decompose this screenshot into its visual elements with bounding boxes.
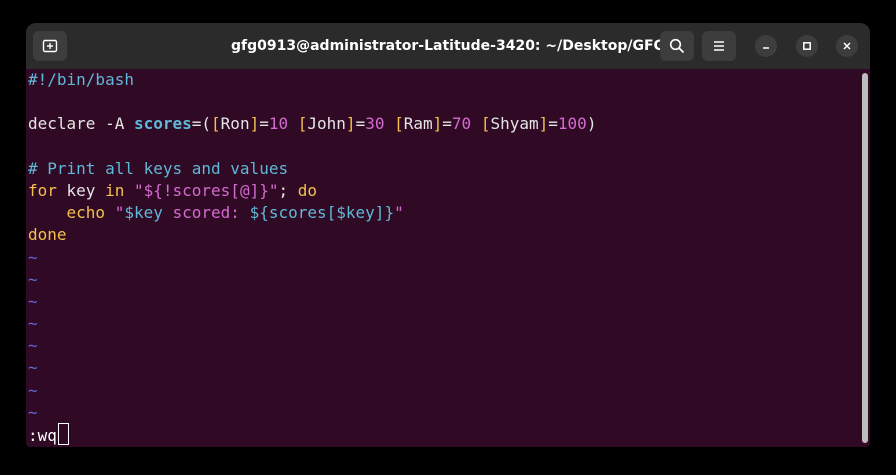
close-icon bbox=[843, 42, 851, 50]
code-line-shebang: #!/bin/bash bbox=[26, 69, 860, 91]
entry-bracket-close: ] bbox=[432, 114, 443, 134]
keys-expansion: "${!scores[@]}" bbox=[124, 180, 279, 200]
maximize-button[interactable] bbox=[796, 35, 818, 57]
entry-bracket-close: ] bbox=[538, 114, 549, 134]
array-entry: [Ron]=10 bbox=[211, 114, 288, 133]
tilde-line: ~ bbox=[28, 314, 38, 334]
array-entry: [Ram]=70 bbox=[384, 114, 471, 133]
entry-eq: = bbox=[548, 114, 558, 134]
title-bar: gfg0913@administrator-Latitude-3420: ~/D… bbox=[26, 23, 870, 69]
entry-key: John bbox=[307, 114, 346, 134]
entry-bracket-close: ] bbox=[249, 114, 260, 134]
maximize-icon bbox=[803, 42, 811, 50]
search-button[interactable] bbox=[660, 31, 694, 61]
command-text: :wq bbox=[28, 426, 57, 445]
minimize-button[interactable] bbox=[755, 35, 777, 57]
entry-eq: = bbox=[355, 114, 366, 134]
hamburger-menu-icon bbox=[714, 41, 724, 51]
kw-for: for bbox=[28, 180, 57, 200]
code-line-comment: # Print all keys and values bbox=[28, 158, 289, 178]
tilde-line: ~ bbox=[28, 247, 38, 267]
entry-bracket-open: [ bbox=[211, 114, 221, 134]
tilde-line: ~ bbox=[28, 269, 38, 289]
array-name: scores bbox=[133, 114, 192, 134]
declare-eq: =( bbox=[191, 114, 212, 134]
echo-quote-close: " bbox=[394, 203, 404, 223]
entry-bracket-open: [ bbox=[471, 114, 491, 134]
vim-editor[interactable]: #!/bin/bash declare -A scores=([Ron]=10 … bbox=[26, 69, 860, 447]
tilde-line: ~ bbox=[28, 402, 38, 422]
entry-value: 70 bbox=[451, 114, 472, 134]
echo-var-score: ${scores[$key]} bbox=[249, 203, 395, 223]
loop-var: key bbox=[56, 180, 106, 200]
entry-key: Ron bbox=[220, 114, 250, 134]
kw-in: in bbox=[105, 180, 125, 200]
array-entries: [Ron]=10 [John]=30 [Ram]=70 [Shyam]=100 bbox=[211, 114, 587, 133]
for-semicolon: ; bbox=[278, 180, 298, 200]
code-line-done: done bbox=[28, 225, 67, 245]
code-line-echo: echo "$key scored: ${scores[$key]}" bbox=[26, 202, 860, 224]
empty-line-markers: ~ ~ ~ ~ ~ ~ ~ ~ bbox=[26, 247, 860, 425]
entry-value: 100 bbox=[557, 114, 587, 134]
entry-value: 10 bbox=[268, 114, 289, 134]
array-entry: [John]=30 bbox=[288, 114, 385, 134]
array-entry: [Shyam]=100 bbox=[471, 114, 587, 133]
kw-do: do bbox=[297, 180, 317, 200]
entry-eq: = bbox=[259, 114, 269, 134]
declare-cmd: declare -A bbox=[28, 114, 134, 134]
tilde-line: ~ bbox=[28, 380, 38, 400]
tilde-line: ~ bbox=[28, 291, 38, 311]
search-icon bbox=[669, 38, 685, 54]
echo-text: scored: bbox=[162, 203, 250, 223]
entry-bracket-open: [ bbox=[384, 114, 404, 134]
echo-var-key: $key bbox=[124, 203, 163, 223]
vim-command-line[interactable]: :wq bbox=[28, 423, 69, 445]
scrollbar[interactable] bbox=[860, 69, 870, 447]
minimize-icon bbox=[763, 47, 769, 49]
entry-key: Shyam bbox=[490, 114, 539, 134]
shebang: #!/bin/bash bbox=[28, 70, 134, 89]
entry-bracket-close: ] bbox=[345, 114, 356, 134]
tilde-line: ~ bbox=[28, 336, 38, 356]
close-button[interactable] bbox=[836, 35, 858, 57]
entry-bracket-open: [ bbox=[288, 114, 308, 134]
echo-cmd: echo bbox=[66, 203, 115, 223]
terminal-window: gfg0913@administrator-Latitude-3420: ~/D… bbox=[26, 23, 870, 447]
window-title: gfg0913@administrator-Latitude-3420: ~/D… bbox=[231, 38, 665, 54]
echo-quote-open: " bbox=[114, 203, 125, 223]
menu-button[interactable] bbox=[702, 31, 736, 61]
tilde-line: ~ bbox=[28, 358, 38, 378]
scrollbar-thumb[interactable] bbox=[862, 73, 868, 443]
declare-close: ) bbox=[586, 114, 597, 134]
block-cursor bbox=[57, 423, 69, 445]
entry-key: Ram bbox=[403, 114, 433, 134]
code-line-declare: declare -A scores=([Ron]=10 [John]=30 [R… bbox=[26, 113, 860, 135]
entry-eq: = bbox=[442, 114, 452, 134]
code-line-for: for key in "${!scores[@]}"; do bbox=[26, 180, 860, 202]
entry-value: 30 bbox=[365, 114, 385, 134]
